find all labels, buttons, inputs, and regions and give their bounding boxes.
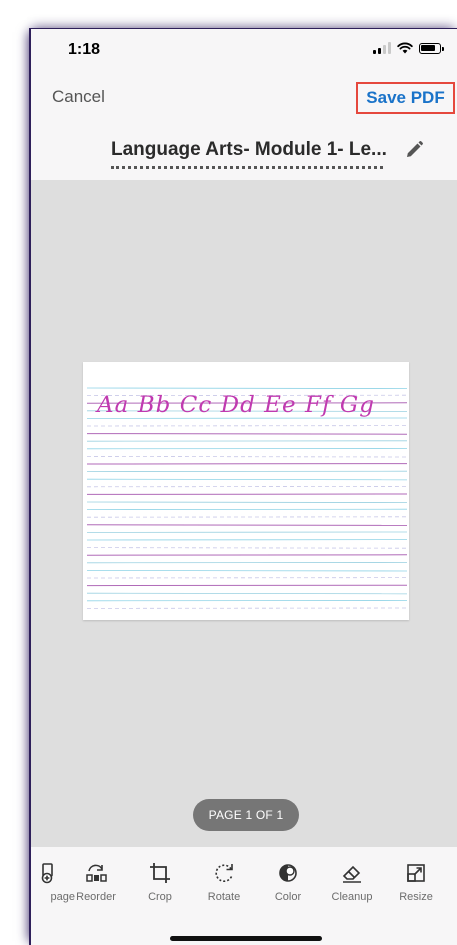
ruled-line [87, 570, 407, 571]
toolbar-label: Rotate [194, 891, 254, 903]
status-bar: 1:18 [31, 29, 457, 69]
status-time: 1:18 [68, 41, 100, 59]
ruled-line [87, 479, 407, 480]
toolbar-label: Resize [386, 891, 446, 903]
toolbar-item-crop[interactable]: Crop [130, 861, 190, 903]
add-page-icon [33, 861, 57, 885]
handwriting-page: Aa Bb Cc Dd Ee Ff Gg [83, 362, 409, 620]
toolbar-label: Cleanup [322, 891, 382, 903]
crop-icon [148, 861, 172, 885]
handwriting-text: Aa Bb Cc Dd Ee Ff Gg [95, 393, 375, 418]
document-preview-area: Aa Bb Cc Dd Ee Ff Gg PAGE 1 OF 1 [31, 180, 457, 847]
color-icon [276, 861, 300, 885]
document-title[interactable]: Language Arts- Module 1- Le... [111, 139, 383, 169]
ruled-line [87, 456, 407, 457]
battery-icon [419, 43, 441, 54]
ruled-line [87, 388, 407, 389]
page-thumbnail[interactable]: Aa Bb Cc Dd Ee Ff Gg [83, 362, 409, 620]
edit-toolbar: page Reorder Crop Rotate [31, 847, 457, 945]
save-pdf-button[interactable]: Save PDF [356, 82, 455, 114]
resize-icon [404, 861, 428, 885]
toolbar-label: Color [258, 891, 318, 903]
ruled-line [87, 548, 407, 549]
toolbar-item-cleanup[interactable]: Cleanup [322, 861, 382, 903]
ruled-line [87, 593, 407, 594]
ruled-line [87, 502, 407, 503]
phone-screen: 1:18 Cancel Save PDF Language Arts- Modu… [29, 28, 457, 945]
edit-title-icon[interactable] [403, 139, 425, 161]
toolbar-item-rotate[interactable]: Rotate [194, 861, 254, 903]
page-indicator: PAGE 1 OF 1 [193, 799, 299, 831]
cancel-button[interactable]: Cancel [52, 87, 105, 107]
toolbar-item-color[interactable]: Color [258, 861, 318, 903]
ruled-line [87, 525, 407, 526]
rotate-icon [212, 861, 236, 885]
eraser-icon [340, 861, 364, 885]
toolbar-item-resize[interactable]: Resize [386, 861, 446, 903]
home-indicator [170, 936, 322, 941]
wifi-icon [397, 42, 413, 54]
toolbar-item-reorder[interactable]: Reorder [66, 861, 126, 903]
signal-icon [373, 42, 391, 54]
toolbar-label: Crop [130, 891, 190, 903]
reorder-icon [84, 861, 108, 885]
ruled-line [87, 434, 407, 435]
toolbar-label: Reorder [66, 891, 126, 903]
status-icons [373, 42, 441, 54]
